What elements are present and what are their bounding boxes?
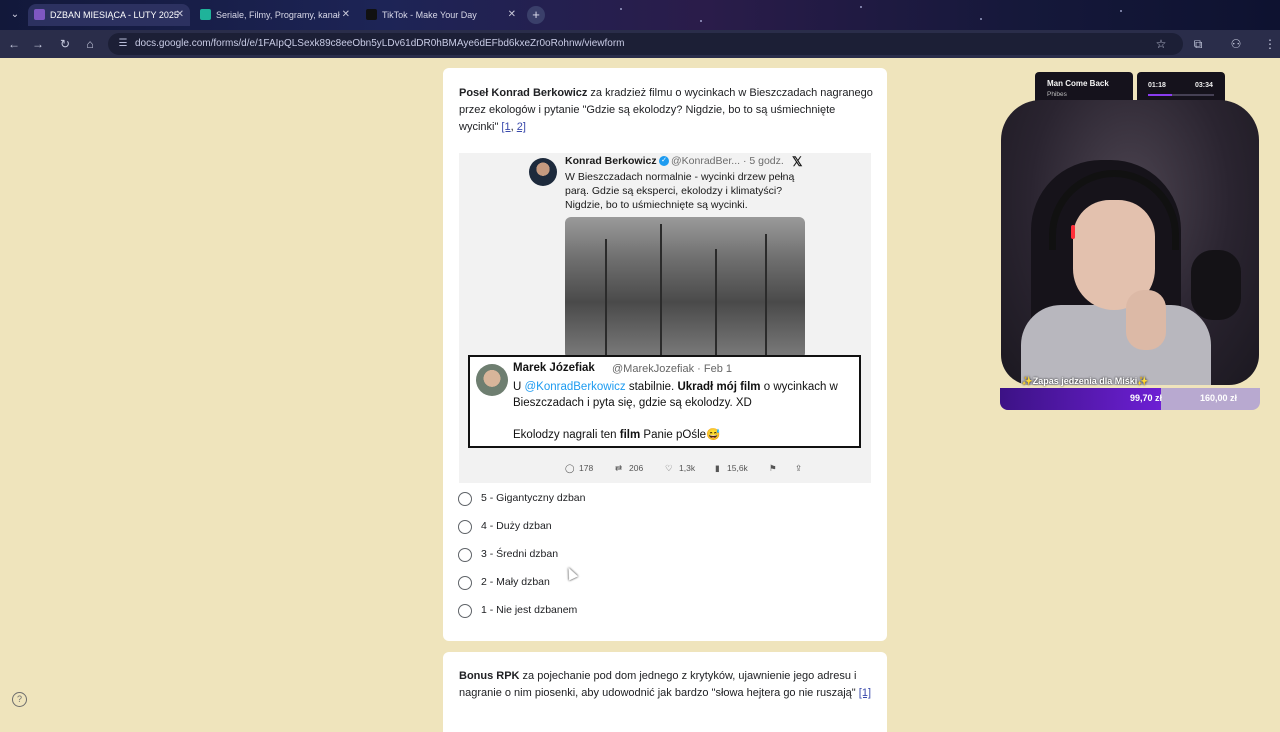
share-icon: ⇪ — [795, 463, 803, 473]
microphone-shape — [1191, 250, 1241, 320]
radio-button[interactable] — [458, 576, 472, 590]
radio-button[interactable] — [458, 604, 472, 618]
song-artist: Phibes — [1047, 91, 1067, 98]
browser-tab-bar: ⌄ DZBAN MIESIĄCA - LUTY 2025 ✕ Seriale, … — [0, 0, 1280, 30]
reply-count: 178 — [579, 463, 594, 473]
url-text[interactable]: docs.google.com/forms/d/e/1FAIpQLSexk89c… — [135, 33, 625, 55]
help-icon[interactable]: ? — [12, 692, 27, 707]
quote-text: U @KonradBerkowicz stabilnie. Ukradł mój… — [513, 381, 838, 409]
radio-button[interactable] — [458, 492, 472, 506]
radio-button[interactable] — [458, 520, 472, 534]
avatar — [476, 364, 508, 396]
decor-star — [700, 20, 702, 22]
webcam-person-body — [1021, 305, 1211, 385]
tab-title: DZBAN MIESIĄCA - LUTY 2025 — [50, 10, 179, 20]
progress-track — [1148, 94, 1214, 96]
reply-icon: ◯ — [565, 463, 575, 473]
new-tab-button[interactable]: + — [527, 6, 545, 24]
close-icon[interactable]: ✕ — [342, 4, 350, 26]
goal-title: ✨Zapas jedzenia dla Miśki✨ — [1021, 376, 1149, 386]
time-current: 01:18 — [1148, 82, 1166, 89]
goal-current: 99,70 zł — [1130, 393, 1163, 403]
option-label[interactable]: 3 - Średni dzban — [481, 548, 558, 560]
tab-search-icon[interactable]: ⌄ — [6, 6, 24, 24]
option-label[interactable]: 2 - Mały dzban — [481, 576, 550, 588]
extensions-icon[interactable]: ⧉ — [1190, 36, 1206, 52]
question-title: Bonus RPK za pojechanie pod dom jednego … — [459, 670, 871, 699]
verified-icon: ✓ — [659, 156, 669, 166]
reload-icon[interactable]: ↻ — [57, 36, 73, 52]
like-count: 1,3k — [679, 463, 696, 473]
tiktok-icon — [366, 9, 377, 20]
close-icon[interactable]: ✕ — [508, 4, 516, 26]
x-logo-icon: 𝕏 — [792, 154, 803, 169]
progress-fill — [1148, 94, 1172, 96]
tree-shape — [660, 224, 662, 359]
quote-handle: @MarekJozefiak · Feb 1 — [612, 363, 732, 375]
decor-star — [860, 6, 862, 8]
view-count: 15,6k — [727, 463, 748, 473]
goal-bar: 99,70 zł 160,00 zł — [1000, 388, 1260, 410]
tree-shape — [765, 234, 767, 359]
quote-text-line2: Ekolodzy nagrali ten film Panie pOśle😅 — [513, 429, 721, 441]
source-link[interactable]: [1] — [859, 687, 871, 699]
tab-tiktok[interactable]: TikTok - Make Your Day ✕ — [360, 4, 522, 26]
site-icon — [200, 9, 211, 20]
tab-title: Seriale, Filmy, Programy, kanał — [216, 10, 340, 20]
tree-shape — [715, 249, 717, 359]
decor-star — [1120, 10, 1122, 12]
headset-light — [1071, 225, 1075, 239]
song-title: Man Come Back — [1047, 79, 1109, 88]
decor-star — [980, 18, 982, 20]
tweet-image: Konrad Berkowicz ✓ @KonradBer... · 5 god… — [459, 153, 871, 483]
source-link[interactable]: 2] — [517, 121, 526, 133]
tweet-text: W Bieszczadach normalnie - wycinki drzew… — [565, 171, 795, 211]
profile-icon[interactable]: ⚇ — [1228, 36, 1244, 52]
webcam-person-hand — [1126, 290, 1166, 350]
radio-button[interactable] — [458, 548, 472, 562]
close-icon[interactable]: ✕ — [176, 4, 184, 26]
tree-shape — [605, 239, 607, 359]
heart-icon: ♡ — [665, 463, 673, 473]
source-link[interactable]: [1 — [501, 121, 510, 133]
tweet-actions: ◯ 178 ⇄ 206 ♡ 1,3k ▮ 15,6k ⚑ ⇪ — [563, 463, 813, 477]
site-settings-icon[interactable]: ☰ — [116, 37, 130, 51]
question-title: Poseł Konrad Berkowicz za kradzież filmu… — [459, 87, 873, 133]
home-icon[interactable]: ⌂ — [82, 36, 98, 52]
tab-dzban[interactable]: DZBAN MIESIĄCA - LUTY 2025 ✕ — [28, 4, 190, 26]
quote-author: Marek Józefiak — [513, 362, 595, 374]
forms-icon — [34, 9, 45, 20]
tweet-author: Konrad Berkowicz — [565, 155, 657, 167]
quote-tweet: Marek Józefiak @MarekJozefiak · Feb 1 U … — [468, 355, 861, 448]
bookmark-icon: ⚑ — [769, 463, 777, 473]
menu-icon[interactable]: ⋮ — [1262, 36, 1278, 52]
webcam-feed — [1001, 100, 1259, 385]
tab-title: TikTok - Make Your Day — [382, 10, 477, 20]
option-label[interactable]: 1 - Nie jest dzbanem — [481, 604, 577, 616]
goal-target: 160,00 zł — [1200, 393, 1238, 403]
time-total: 03:34 — [1195, 82, 1213, 89]
avatar — [529, 158, 557, 186]
retweet-icon: ⇄ — [615, 463, 623, 473]
option-label[interactable]: 4 - Duży dzban — [481, 520, 552, 532]
tab-seriale[interactable]: Seriale, Filmy, Programy, kanał ✕ — [194, 4, 356, 26]
url-bar[interactable]: ☰ docs.google.com/forms/d/e/1FAIpQLSexk8… — [108, 33, 1183, 55]
retweet-count: 206 — [629, 463, 644, 473]
views-icon: ▮ — [715, 463, 720, 473]
back-icon[interactable]: ← — [6, 36, 22, 52]
address-toolbar: ← → ↻ ⌂ ☰ docs.google.com/forms/d/e/1FAI… — [0, 30, 1280, 58]
decor-star — [620, 8, 622, 10]
forward-icon[interactable]: → — [30, 36, 46, 52]
donation-goal: 99,70 zł 160,00 zł ✨Zapas jedzenia dla M… — [1000, 374, 1260, 410]
tweet-photo — [565, 217, 805, 359]
tweet-handle: @KonradBer... · 5 godz. — [671, 155, 784, 167]
bookmark-star-icon[interactable]: ☆ — [1153, 36, 1169, 52]
option-label[interactable]: 5 - Gigantyczny dzban — [481, 492, 585, 504]
